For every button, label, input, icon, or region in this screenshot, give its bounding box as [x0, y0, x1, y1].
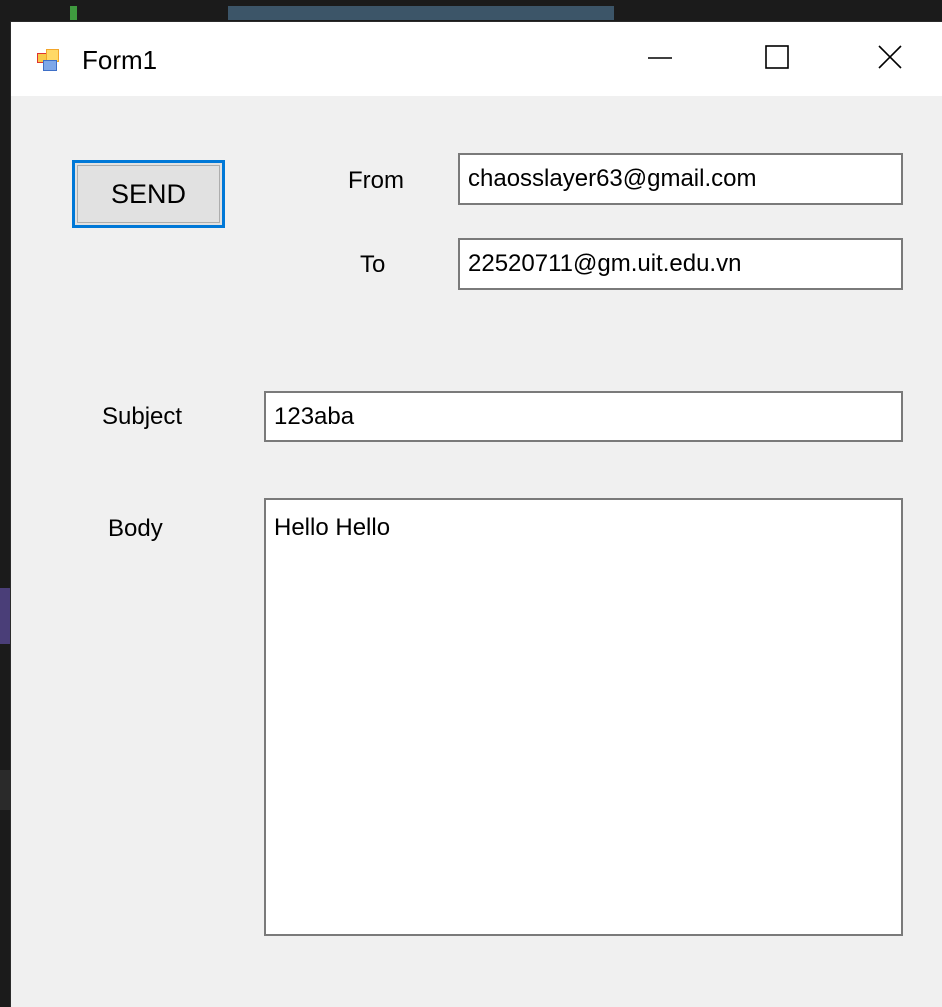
close-button[interactable] — [838, 22, 942, 96]
subject-field[interactable]: 123aba — [264, 391, 903, 442]
maximize-icon — [764, 44, 790, 75]
minimize-button[interactable] — [608, 22, 712, 96]
background-strip — [228, 6, 614, 20]
background-strip — [0, 588, 10, 644]
window-title: Form1 — [82, 45, 158, 75]
close-icon — [877, 44, 903, 75]
background-strip — [70, 6, 77, 20]
minimize-icon — [647, 44, 673, 75]
to-field-value: 22520711@gm.uit.edu.vn — [468, 250, 742, 277]
send-button-label: SEND — [110, 178, 186, 209]
from-label: From — [348, 167, 404, 194]
to-field[interactable]: 22520711@gm.uit.edu.vn — [458, 238, 903, 290]
body-label: Body — [108, 515, 163, 542]
subject-field-value: 123aba — [274, 402, 355, 430]
maximize-button[interactable] — [725, 22, 829, 96]
background-strip — [0, 770, 10, 810]
send-button[interactable]: SEND — [72, 160, 225, 228]
title-bar[interactable]: Form1 — [11, 22, 942, 96]
from-field[interactable]: chaosslayer63@gmail.com — [458, 153, 903, 205]
body-textarea-value: Hello Hello — [274, 514, 391, 541]
from-field-value: chaosslayer63@gmail.com — [468, 165, 757, 192]
to-label: To — [360, 251, 386, 278]
form-window: Form1 SEND From chaosslayer63@gmail.com — [11, 22, 942, 1007]
body-textarea[interactable]: Hello Hello — [264, 498, 903, 936]
subject-label: Subject — [102, 403, 183, 430]
app-icon — [37, 49, 59, 71]
